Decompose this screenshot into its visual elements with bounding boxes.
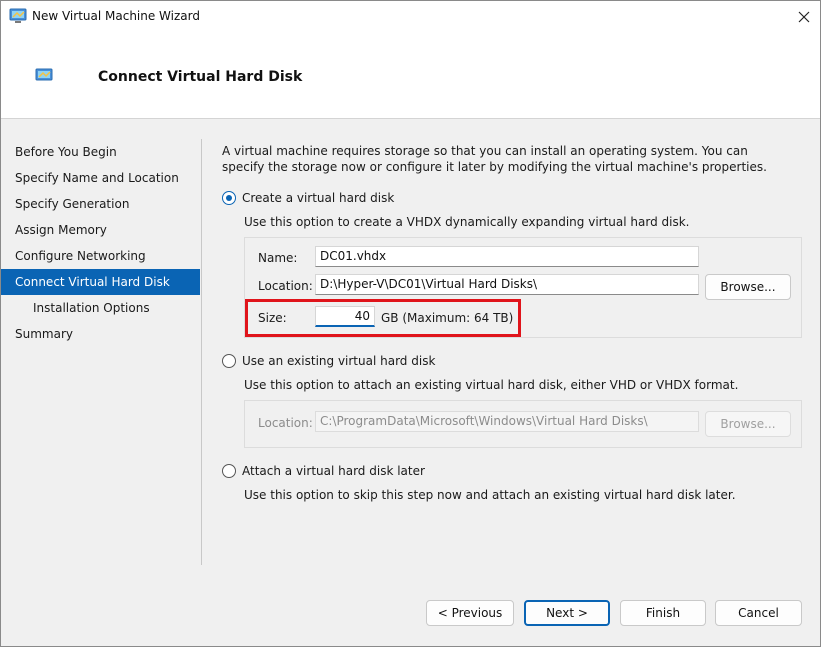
wizard-header: Connect Virtual Hard Disk (1, 33, 820, 119)
intro-text: A virtual machine requires storage so th… (222, 144, 767, 174)
sidebar-item-before-you-begin[interactable]: Before You Begin (1, 139, 201, 165)
wizard-steps-sidebar: Before You Begin Specify Name and Locati… (1, 139, 201, 347)
existing-location-field[interactable]: C:\ProgramData\Microsoft\Windows\Virtual… (315, 411, 699, 432)
attach-later-label: Attach a virtual hard disk later (242, 464, 425, 478)
hyper-v-app-icon (9, 8, 27, 24)
wizard-window: New Virtual Machine Wizard Connect Virtu… (0, 0, 821, 647)
attach-later-description: Use this option to skip this step now an… (244, 488, 736, 502)
close-icon[interactable] (788, 1, 820, 33)
name-field[interactable]: DC01.vhdx (315, 246, 699, 267)
existing-vhd-label: Use an existing virtual hard disk (242, 354, 436, 368)
existing-vhd-option[interactable]: Use an existing virtual hard disk (222, 354, 435, 368)
existing-vhd-description: Use this option to attach an existing vi… (244, 378, 739, 392)
sidebar-item-installation-options[interactable]: Installation Options (1, 295, 201, 321)
attach-later-radio[interactable] (222, 464, 236, 478)
title-bar: New Virtual Machine Wizard (1, 1, 820, 33)
attach-later-option[interactable]: Attach a virtual hard disk later (222, 464, 425, 478)
previous-button[interactable]: < Previous (426, 600, 514, 626)
page-title: Connect Virtual Hard Disk (98, 69, 303, 85)
browse-button[interactable]: Browse... (705, 274, 791, 300)
sidebar-divider (201, 139, 202, 565)
sidebar-item-assign-memory[interactable]: Assign Memory (1, 217, 201, 243)
size-highlight-box (245, 299, 521, 337)
create-vhd-description: Use this option to create a VHDX dynamic… (244, 215, 690, 229)
existing-location-label: Location: (258, 416, 313, 430)
finish-button[interactable]: Finish (620, 600, 706, 626)
cancel-button[interactable]: Cancel (715, 600, 802, 626)
existing-vhd-radio[interactable] (222, 354, 236, 368)
existing-vhd-group: Location: C:\ProgramData\Microsoft\Windo… (244, 400, 802, 448)
create-vhd-radio[interactable] (222, 191, 236, 205)
next-button[interactable]: Next > (524, 600, 610, 626)
sidebar-item-configure-networking[interactable]: Configure Networking (1, 243, 201, 269)
window-title: New Virtual Machine Wizard (32, 9, 200, 23)
name-label: Name: (258, 251, 298, 265)
location-label: Location: (258, 279, 313, 293)
create-vhd-label: Create a virtual hard disk (242, 191, 395, 205)
sidebar-item-summary[interactable]: Summary (1, 321, 201, 347)
hyper-v-header-icon (35, 68, 53, 82)
create-vhd-option[interactable]: Create a virtual hard disk (222, 191, 394, 205)
sidebar-item-specify-generation[interactable]: Specify Generation (1, 191, 201, 217)
main-content: A virtual machine requires storage so th… (222, 143, 802, 502)
existing-browse-button[interactable]: Browse... (705, 411, 791, 437)
sidebar-item-connect-virtual-hard-disk[interactable]: Connect Virtual Hard Disk (1, 269, 200, 295)
location-field[interactable]: D:\Hyper-V\DC01\Virtual Hard Disks\ (315, 274, 699, 295)
sidebar-item-specify-name-and-location[interactable]: Specify Name and Location (1, 165, 201, 191)
